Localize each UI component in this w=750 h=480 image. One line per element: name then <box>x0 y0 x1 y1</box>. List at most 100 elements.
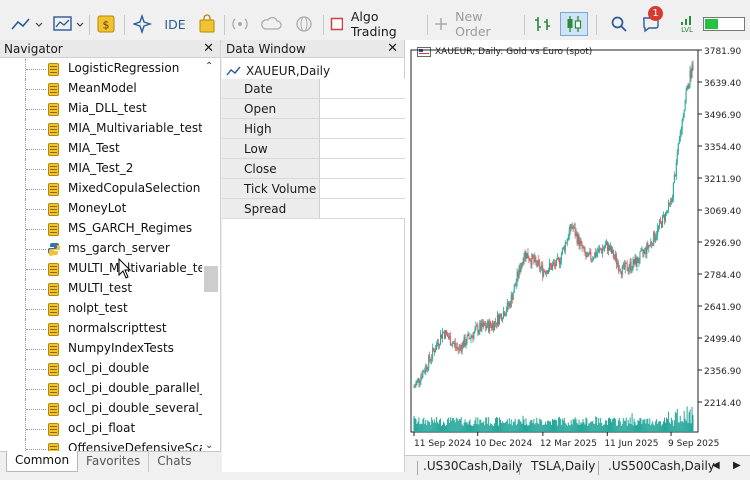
navigator-item[interactable]: Mia_DLL_test <box>0 99 203 119</box>
ai-assistant-button[interactable] <box>132 12 154 36</box>
volume-bar <box>502 422 504 432</box>
candle-body <box>488 321 490 332</box>
volume-bar <box>497 417 499 432</box>
volume-bar <box>675 413 677 432</box>
navigator-scrollbar[interactable]: ⌃ ⌄ <box>202 59 220 453</box>
volume-bar <box>422 419 424 432</box>
navigator-item[interactable]: MULTI_test <box>0 279 203 299</box>
connection-indicator[interactable] <box>702 12 746 36</box>
volume-bar <box>645 423 647 432</box>
chart-tab-tsla[interactable]: TSLA,Daily <box>531 459 595 473</box>
script-icon <box>48 83 59 96</box>
volume-bar <box>491 424 493 432</box>
navigator-item[interactable]: MIA_Multivariable_test <box>0 119 203 139</box>
market-button[interactable] <box>196 12 218 36</box>
candle-body <box>414 386 416 388</box>
volume-bar <box>439 419 441 432</box>
chart-tab-us30[interactable]: .US30Cash,Daily <box>423 459 522 473</box>
candle-body <box>473 332 475 339</box>
scrollbar-thumb[interactable] <box>204 266 218 292</box>
trading-button[interactable]: $ <box>96 12 116 36</box>
candle-body <box>571 227 573 229</box>
tabs-scroll-right-icon[interactable]: ▶ <box>733 460 741 471</box>
volume-bar <box>417 421 419 432</box>
navigator-item[interactable]: LogisticRegression <box>0 59 203 79</box>
navigator-item-label: ocl_pi_double <box>68 361 150 375</box>
volume-bar <box>592 421 594 432</box>
candlestick-button[interactable] <box>560 12 588 36</box>
volume-bar <box>556 425 558 432</box>
navigator-item[interactable]: ms_garch_server <box>0 239 203 259</box>
candle-body <box>442 331 444 333</box>
y-tick-label: 2784.40 <box>704 271 741 281</box>
candle-body <box>465 343 467 346</box>
notifications-button[interactable]: 1 <box>636 6 666 36</box>
tab-favorites[interactable]: Favorites <box>78 452 150 472</box>
volume-bar <box>482 422 484 432</box>
navigator-item[interactable]: MeanModel <box>0 79 203 99</box>
navigator-item[interactable]: normalscripttest <box>0 319 203 339</box>
volume-bar <box>478 424 480 432</box>
navigator-item-label: LogisticRegression <box>68 61 180 75</box>
candle-body <box>637 257 639 263</box>
volume-bar <box>557 417 559 432</box>
candle-body <box>590 251 592 260</box>
signals-button[interactable] <box>230 12 250 36</box>
volume-bar <box>438 423 440 432</box>
candle-body <box>669 200 671 203</box>
navigator-item[interactable]: nolpt_test <box>0 299 203 319</box>
navigator-item[interactable]: ocl_pi_double_parallel_str <box>0 379 203 399</box>
navigator-item[interactable]: MIA_Test_2 <box>0 159 203 179</box>
navigator-item[interactable]: MIA_Test <box>0 139 203 159</box>
navigator-tree: LogisticRegression MeanModel Mia_DLL_test M… <box>0 59 203 453</box>
signal-level-button[interactable]: LVL <box>676 12 698 36</box>
volume-bar <box>434 419 436 432</box>
ide-label: IDE <box>164 16 186 32</box>
data-window-row: Low <box>222 139 405 159</box>
data-window-close-icon[interactable]: ✕ <box>387 41 398 56</box>
navigator-item[interactable]: ocl_pi_double <box>0 359 203 379</box>
volume-bar <box>466 422 468 432</box>
candle-body <box>684 100 686 110</box>
volume-bar <box>594 424 596 432</box>
candle-body <box>649 244 651 246</box>
navigator-item[interactable]: ocl_pi_float <box>0 419 203 439</box>
tab-common[interactable]: Common <box>6 451 79 472</box>
chart-type-button[interactable] <box>10 12 44 36</box>
navigator-item[interactable]: MixedCopulaSelection <box>0 179 203 199</box>
chart-area[interactable]: XAUEUR, Daily: Gold vs Euro (spot) 3781.… <box>405 40 750 455</box>
volume-bar <box>672 425 674 432</box>
volume-bar <box>623 420 625 432</box>
scroll-up-icon[interactable]: ⌃ <box>205 61 213 72</box>
candle-body <box>627 270 629 272</box>
volume-bar <box>627 419 629 432</box>
indicators-button[interactable] <box>52 12 86 36</box>
algo-trading-button[interactable]: Algo Trading <box>330 9 422 39</box>
candle-body <box>690 70 692 78</box>
candle-body <box>470 336 472 339</box>
vps-button[interactable] <box>258 12 284 36</box>
market-watch-button[interactable] <box>293 12 315 36</box>
scroll-down-icon[interactable]: ⌄ <box>205 440 213 451</box>
candle-body <box>685 90 687 101</box>
navigator-item[interactable]: MULTI_Multivariable_test <box>0 259 203 279</box>
navigator-item[interactable]: MoneyLot <box>0 199 203 219</box>
candle-body <box>667 202 669 211</box>
navigator-item[interactable]: MS_GARCH_Regimes <box>0 219 203 239</box>
navigator-item[interactable]: ocl_pi_double_several_sin <box>0 399 203 419</box>
tab-chats[interactable]: Chats <box>149 452 199 472</box>
navigator-close-icon[interactable]: ✕ <box>203 41 214 56</box>
candle-body <box>596 253 598 257</box>
ide-button[interactable]: IDE <box>162 12 188 36</box>
volume-bar <box>475 417 477 432</box>
candle-body <box>533 258 535 262</box>
new-order-button[interactable]: New Order <box>434 9 518 39</box>
search-button[interactable] <box>608 12 630 36</box>
volume-bar <box>458 418 460 432</box>
bar-chart-button[interactable] <box>532 12 554 36</box>
svg-text:$: $ <box>103 19 110 32</box>
volume-bar <box>456 418 458 432</box>
tabs-scroll-left-icon[interactable]: ◀ <box>712 460 720 471</box>
chart-tab-us500[interactable]: .US500Cash,Daily <box>608 459 715 473</box>
navigator-item[interactable]: NumpyIndexTests <box>0 339 203 359</box>
